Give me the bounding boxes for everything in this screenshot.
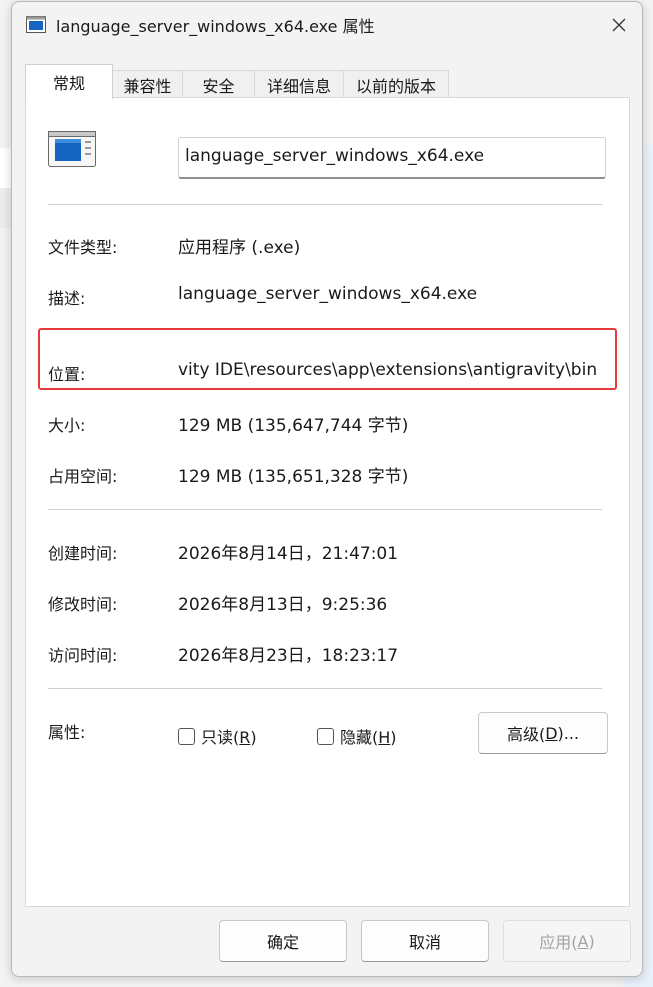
location-text: vity IDE\resources\app\extensions\antigr…: [178, 360, 598, 380]
title-bar[interactable]: language_server_windows_x64.exe 属性: [12, 2, 642, 48]
accessed-label: 访问时间:: [48, 646, 118, 665]
exe-file-icon: [48, 131, 96, 167]
tab-compatibility[interactable]: 兼容性: [112, 70, 183, 98]
tab-security[interactable]: 安全: [182, 70, 255, 98]
size-value: 129 MB (135,647,744 字节): [178, 416, 409, 436]
size-on-disk-value: 129 MB (135,651,328 字节): [178, 467, 409, 487]
modified-label: 修改时间:: [48, 595, 118, 614]
readonly-checkbox-label: 只读(R): [201, 728, 257, 747]
app-window-icon: [26, 16, 46, 33]
filename-input[interactable]: language_server_windows_x64.exe: [178, 137, 606, 179]
close-button[interactable]: [596, 2, 642, 48]
readonly-checkbox-box[interactable]: [178, 727, 195, 745]
tab-general[interactable]: 常规: [25, 64, 113, 99]
ok-button[interactable]: 确定: [219, 920, 347, 962]
location-highlight-box: [38, 328, 617, 390]
created-label: 创建时间:: [48, 544, 118, 563]
hidden-checkbox-box[interactable]: [317, 727, 334, 745]
divider: [48, 204, 602, 205]
divider: [48, 509, 602, 510]
close-icon: [612, 18, 626, 32]
properties-dialog: language_server_windows_x64.exe 属性 常规 兼容…: [11, 1, 643, 977]
tab-previous-versions[interactable]: 以前的版本: [343, 70, 449, 98]
file-type-label: 文件类型:: [48, 238, 118, 257]
modified-value: 2026年8月13日，9:25:36: [178, 595, 388, 615]
location-value[interactable]: vity IDE\resources\app\extensions\antigr…: [178, 360, 606, 380]
location-label: 位置:: [48, 365, 86, 384]
file-type-value: 应用程序 (.exe): [178, 238, 301, 258]
window-title: language_server_windows_x64.exe 属性: [56, 17, 375, 36]
general-tab-panel: language_server_windows_x64.exe 文件类型: 应用…: [25, 97, 630, 907]
size-on-disk-label: 占用空间:: [48, 467, 118, 486]
hidden-checkbox-label: 隐藏(H): [340, 728, 397, 747]
description-value: language_server_windows_x64.exe: [178, 284, 478, 304]
description-label: 描述:: [48, 289, 86, 308]
apply-button[interactable]: 应用(A): [503, 920, 631, 962]
advanced-button[interactable]: 高级(D)...: [478, 712, 608, 754]
attributes-label: 属性:: [48, 723, 86, 742]
hidden-checkbox[interactable]: 隐藏(H): [317, 724, 397, 748]
created-value: 2026年8月14日，21:47:01: [178, 544, 399, 564]
divider: [48, 688, 602, 689]
tab-details[interactable]: 详细信息: [254, 70, 344, 98]
readonly-checkbox[interactable]: 只读(R): [178, 724, 257, 748]
size-label: 大小:: [48, 416, 86, 435]
cancel-button[interactable]: 取消: [361, 920, 489, 962]
accessed-value: 2026年8月23日，18:23:17: [178, 646, 399, 666]
